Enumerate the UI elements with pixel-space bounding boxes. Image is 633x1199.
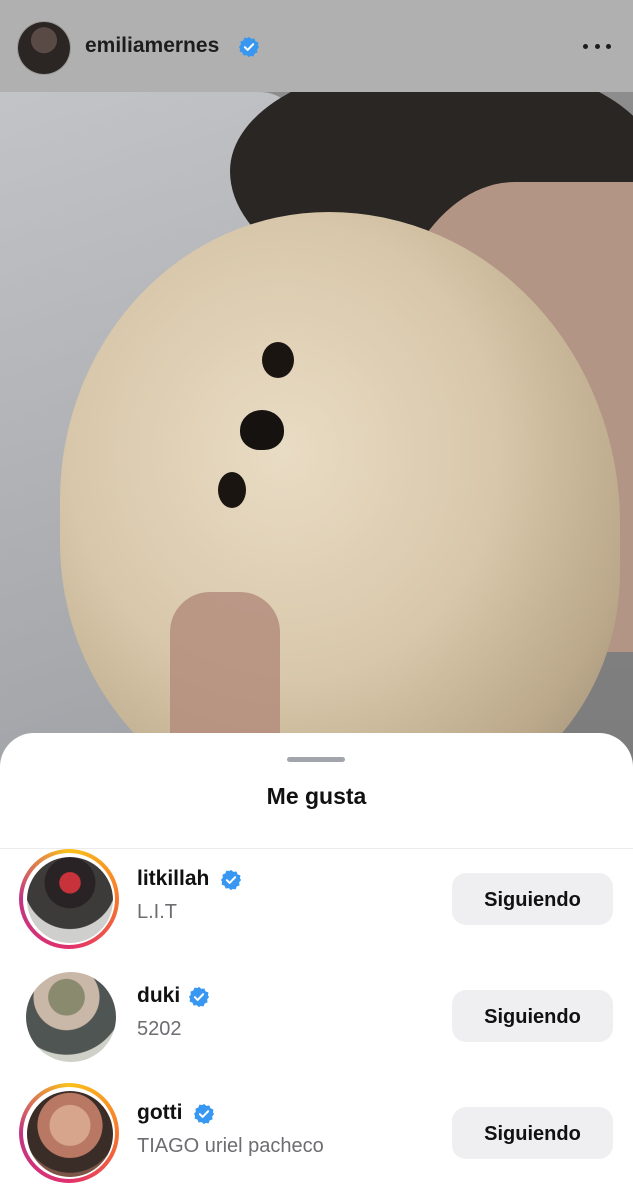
following-button[interactable]: Siguiendo xyxy=(452,1107,613,1159)
user-subtitle: L.I.T xyxy=(137,901,178,923)
list-item[interactable]: duki 5202 Siguiendo xyxy=(0,966,633,1076)
user-name[interactable]: litkillah xyxy=(137,867,209,891)
sheet-title: Me gusta xyxy=(266,783,367,809)
following-button[interactable]: Siguiendo xyxy=(452,990,613,1042)
list-item[interactable]: gotti TIAGO uriel pacheco Siguiendo xyxy=(0,1083,633,1193)
sheet-grabber[interactable] xyxy=(287,757,345,762)
following-button[interactable]: Siguiendo xyxy=(452,873,613,925)
more-options-icon[interactable] xyxy=(583,34,611,58)
avatar[interactable] xyxy=(27,1091,113,1177)
user-subtitle: 5202 xyxy=(137,1018,182,1040)
avatar[interactable] xyxy=(26,972,116,1062)
post-header: emiliamernes xyxy=(0,0,633,92)
verified-badge-icon xyxy=(188,986,210,1008)
user-name[interactable]: duki xyxy=(137,984,180,1008)
photo-dog-eye xyxy=(262,342,294,378)
photo-dog-nose xyxy=(240,410,284,450)
user-name[interactable]: gotti xyxy=(137,1101,182,1125)
list-item[interactable]: litkillah L.I.T Siguiendo xyxy=(0,849,633,959)
verified-badge-icon xyxy=(238,36,260,58)
author-avatar[interactable] xyxy=(18,22,70,74)
post-photo xyxy=(0,92,633,772)
author-username[interactable]: emiliamernes xyxy=(85,34,219,58)
verified-badge-icon xyxy=(220,869,242,891)
verified-badge-icon xyxy=(193,1103,215,1125)
likes-sheet: Me gusta litkillah L.I.T Siguiendo duki … xyxy=(0,733,633,1199)
photo-dog-eye xyxy=(218,472,246,508)
user-subtitle: TIAGO uriel pacheco xyxy=(137,1135,324,1157)
avatar[interactable] xyxy=(27,857,113,943)
